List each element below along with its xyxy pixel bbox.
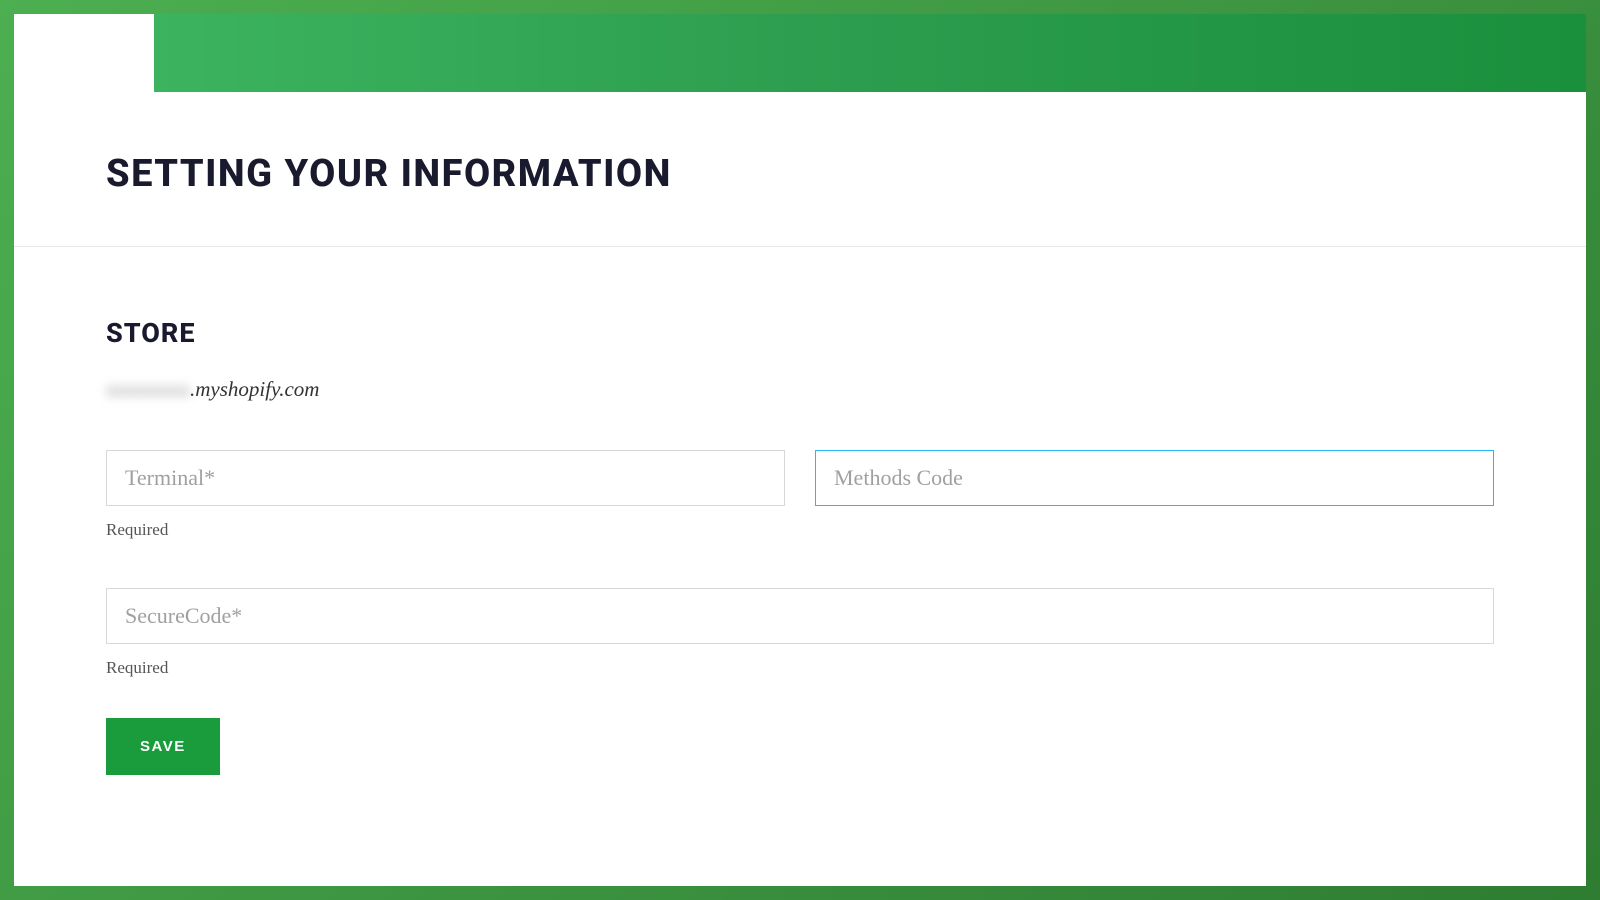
store-heading: STORE	[106, 317, 1494, 349]
form-section: STORE xxxxxxxx.myshopify.com Required Re…	[14, 247, 1586, 775]
save-button[interactable]: SAVE	[106, 718, 220, 775]
secure-code-field-wrapper: Required	[106, 588, 1494, 678]
secure-code-input[interactable]	[106, 588, 1494, 644]
terminal-input[interactable]	[106, 450, 785, 506]
form-row-2: Required	[106, 588, 1494, 678]
secure-code-helper: Required	[106, 658, 1494, 678]
app-container: SETTING YOUR INFORMATION STORE xxxxxxxx.…	[14, 14, 1586, 886]
store-domain-obscured: xxxxxxxx	[106, 377, 190, 401]
terminal-field-wrapper: Required	[106, 450, 785, 540]
header-bar	[14, 14, 1586, 92]
logo-box	[14, 14, 154, 92]
page-title: SETTING YOUR INFORMATION	[106, 152, 1494, 196]
page-title-section: SETTING YOUR INFORMATION	[14, 92, 1586, 247]
methods-code-field-wrapper	[815, 450, 1494, 540]
content-area: SETTING YOUR INFORMATION STORE xxxxxxxx.…	[14, 92, 1586, 815]
store-domain-suffix: .myshopify.com	[190, 377, 319, 401]
terminal-helper: Required	[106, 520, 785, 540]
form-row-1: Required	[106, 450, 1494, 540]
methods-code-input[interactable]	[815, 450, 1494, 506]
store-domain: xxxxxxxx.myshopify.com	[106, 377, 1494, 402]
